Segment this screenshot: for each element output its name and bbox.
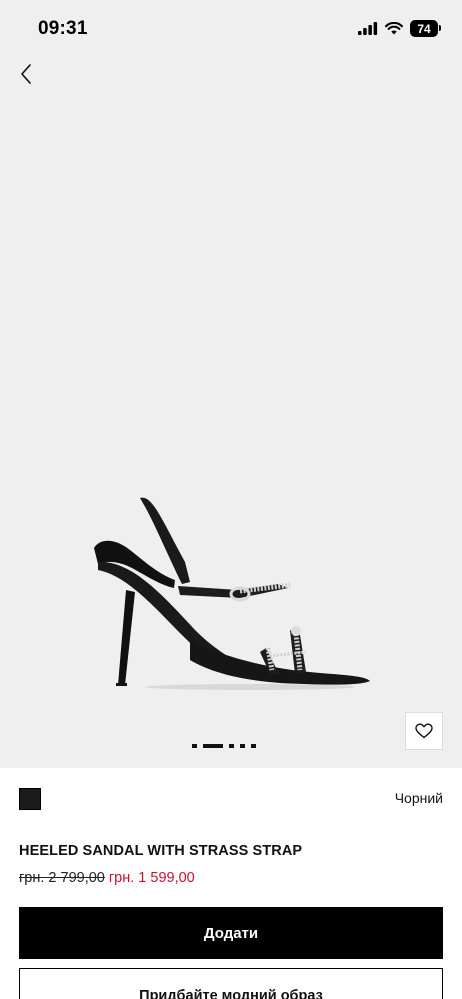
- chevron-left-icon: [21, 64, 31, 84]
- cellular-signal-icon: [358, 22, 378, 35]
- status-time: 09:31: [38, 18, 88, 39]
- shop-the-look-button[interactable]: Придбайте модний образ: [19, 968, 443, 999]
- product-image: [94, 497, 370, 690]
- sale-price: грн. 1 599,00: [108, 870, 195, 886]
- product-title: HEELED SANDAL WITH STRASS STRAP: [19, 843, 303, 859]
- add-to-cart-button[interactable]: Додати: [19, 907, 443, 959]
- pagination-dot-active[interactable]: [203, 744, 223, 748]
- pagination-dot[interactable]: [192, 744, 197, 748]
- back-button[interactable]: [12, 58, 40, 90]
- battery-icon: 74: [410, 20, 441, 37]
- status-bar: 09:31 74: [0, 0, 462, 58]
- color-name: Чорний: [394, 790, 443, 806]
- price-block: грн. 2 799,00 грн. 1 599,00: [19, 870, 195, 886]
- pagination-dot[interactable]: [229, 744, 234, 748]
- gallery-pagination: [192, 744, 256, 748]
- product-gallery[interactable]: 09:31 74: [0, 0, 462, 768]
- pagination-dot[interactable]: [251, 744, 256, 748]
- heart-icon: [415, 723, 433, 739]
- add-to-wishlist-button[interactable]: [405, 712, 443, 750]
- wifi-icon: [385, 22, 403, 35]
- battery-level: 74: [417, 21, 431, 36]
- product-details: Чорний HEELED SANDAL WITH STRASS STRAP г…: [0, 768, 462, 999]
- color-swatch[interactable]: [19, 788, 41, 810]
- old-price: грн. 2 799,00: [19, 870, 105, 886]
- pagination-dot[interactable]: [240, 744, 245, 748]
- shop-the-look-label: Придбайте модний образ: [139, 988, 323, 999]
- status-icons: 74: [358, 20, 441, 37]
